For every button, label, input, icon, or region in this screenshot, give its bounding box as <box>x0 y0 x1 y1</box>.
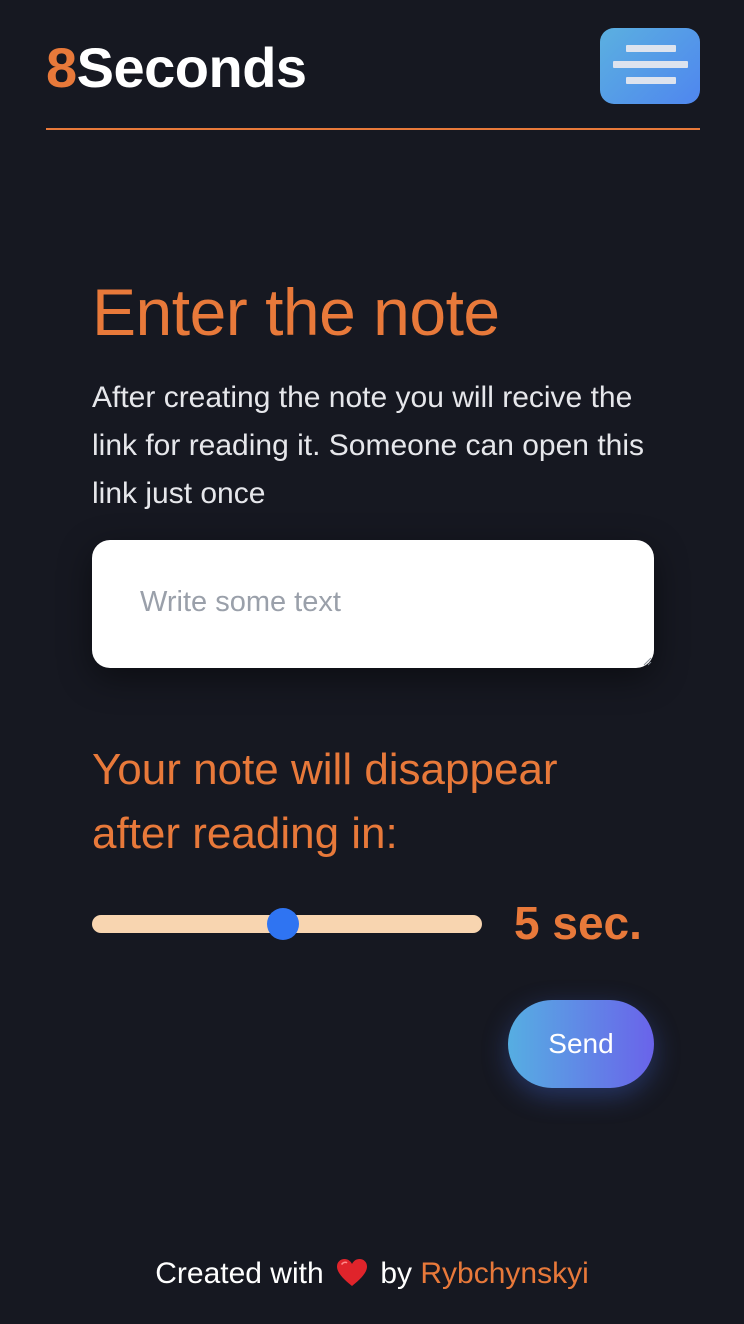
timer-slider[interactable] <box>92 908 482 940</box>
resize-grip-icon[interactable] <box>642 656 652 666</box>
disappear-label: Your note will disappear after reading i… <box>92 745 558 858</box>
menu-bar <box>626 77 676 84</box>
author-link[interactable]: Rybchynskyi <box>420 1257 588 1290</box>
footer-prefix: Created with <box>155 1257 324 1290</box>
note-input[interactable] <box>92 540 654 668</box>
slider-thumb[interactable] <box>267 908 300 940</box>
header-divider <box>46 128 700 130</box>
footer-by: by <box>380 1257 413 1290</box>
heart-icon <box>337 1259 367 1286</box>
timer-value: 5 sec. <box>514 897 642 949</box>
header: 8Seconds <box>46 28 700 128</box>
menu-bar <box>626 45 676 52</box>
menu-button[interactable] <box>600 28 700 104</box>
menu-bar <box>613 61 688 68</box>
footer: Created with by Rybchynskyi <box>0 1252 744 1296</box>
logo-number: 8 <box>46 36 77 99</box>
description: After creating the note you will recive … <box>92 381 644 510</box>
page-title: Enter the note <box>92 275 500 349</box>
logo[interactable]: 8Seconds <box>46 36 307 100</box>
logo-text: Seconds <box>76 36 307 99</box>
send-button[interactable]: Send <box>508 1000 654 1088</box>
